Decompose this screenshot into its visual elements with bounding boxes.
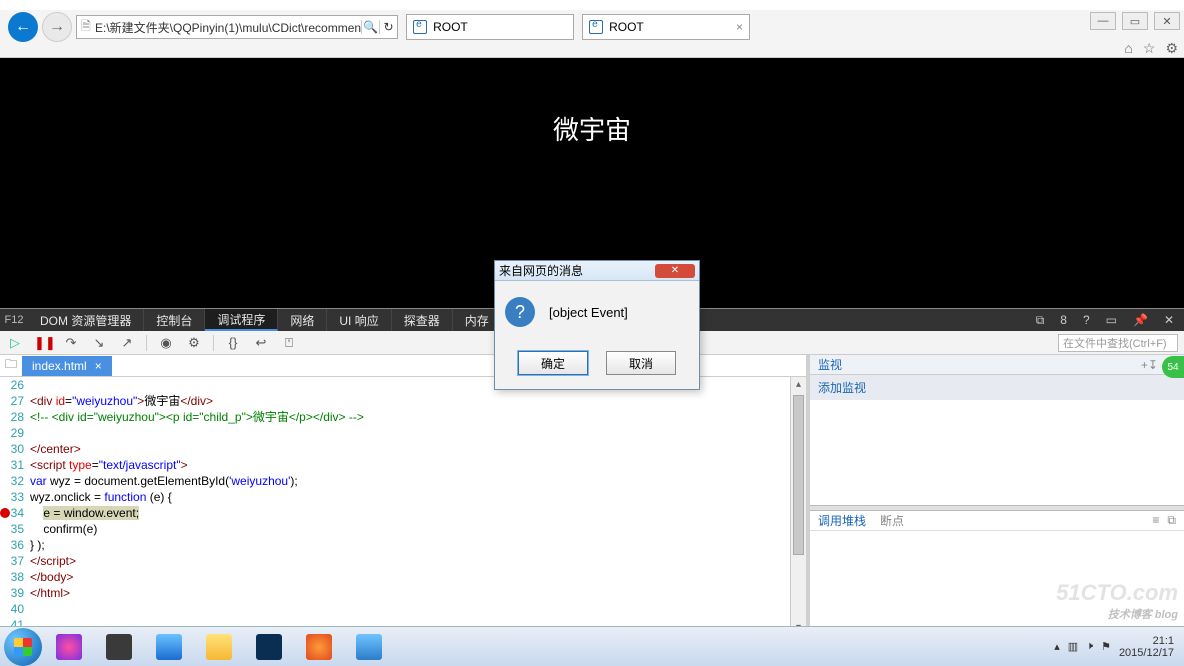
cs-icon-1[interactable]: ≡ — [1152, 513, 1159, 528]
open-file-icon[interactable]: 🗀 — [0, 355, 22, 376]
code-editor[interactable]: ▴▾ 2627<div id="weiyuzhou">微宇宙</div>28<!… — [0, 377, 806, 636]
pause-icon[interactable]: ❚❚ — [34, 335, 52, 351]
add-watch-icon[interactable]: +↧ — [1141, 358, 1158, 372]
scrollbar-thumb[interactable] — [793, 395, 804, 555]
dialog-close-button[interactable]: ✕ — [655, 264, 695, 278]
taskbar-app-ie[interactable] — [146, 630, 192, 664]
browser-tab-0[interactable]: ROOT — [406, 14, 574, 40]
pin-icon[interactable]: 📌 — [1129, 313, 1152, 327]
tray-vol-icon[interactable]: 🕨 — [1086, 640, 1093, 653]
file-tab-label: index.html — [32, 359, 87, 373]
taskbar-app-mail[interactable] — [346, 630, 392, 664]
tab-label: ROOT — [433, 20, 468, 34]
taskbar-app-browser[interactable] — [46, 630, 92, 664]
taskbar: ▴ ▥ 🕨 ⚑ 21:1 2015/12/17 — [0, 626, 1184, 666]
tray-net-icon[interactable]: ▥ — [1068, 640, 1078, 653]
dialog-title: 来自网页的消息 — [499, 262, 583, 279]
break-new-icon[interactable]: ⚙ — [185, 335, 203, 351]
address-text: E:\新建文件夹\QQPinyin(1)\mulu\CDict\recommen — [95, 19, 361, 36]
watch-header: 监视 +↧ ↻ — [810, 355, 1184, 375]
favorites-icon[interactable]: ☆ — [1143, 40, 1156, 57]
devtab-3[interactable]: 网络 — [278, 309, 327, 331]
refresh-icon[interactable]: ↻ — [379, 20, 397, 34]
tray-sep-icon[interactable]: ▴ — [1054, 640, 1060, 653]
devtools-close-icon[interactable]: ✕ — [1160, 313, 1178, 327]
ie-icon — [413, 20, 427, 34]
nav-back-button[interactable]: ← — [8, 12, 38, 42]
help-icon[interactable]: ? — [1079, 313, 1094, 327]
question-icon: ? — [505, 297, 535, 327]
devtab-2[interactable]: 调试程序 — [205, 309, 278, 331]
break-all-icon[interactable]: ◉ — [157, 335, 175, 351]
taskbar-app-sublime[interactable] — [96, 630, 142, 664]
step-over-icon[interactable]: ↷ — [62, 335, 80, 351]
windows-flag-icon — [14, 638, 32, 656]
breakpoints-tab[interactable]: 断点 — [880, 512, 904, 529]
undock-icon[interactable]: ▭ — [1102, 313, 1121, 327]
window-min-button[interactable]: — — [1090, 12, 1116, 30]
file-search-input[interactable]: 在文件中查找(Ctrl+F) — [1058, 334, 1178, 352]
start-button[interactable] — [4, 628, 42, 666]
add-watch-row[interactable]: 添加监视 — [810, 375, 1184, 400]
ie-window-chrome: — ▭ ✕ ← → 🗎 E:\新建文件夹\QQPinyin(1)\mulu\CD… — [0, 10, 1184, 58]
green-badge[interactable]: 54 — [1162, 356, 1184, 378]
devtab-1[interactable]: 控制台 — [144, 309, 205, 331]
dialog-cancel-button[interactable]: 取消 — [606, 351, 676, 375]
file-tab-close-icon[interactable]: × — [95, 359, 102, 373]
tab-label: ROOT — [609, 20, 644, 34]
callstack-tabs: 调用堆栈 断点 ≡ ⧉ — [810, 511, 1184, 531]
toggle-icon[interactable]: ⍞ — [280, 335, 298, 351]
tray-flag-icon[interactable]: ⚑ — [1101, 640, 1111, 653]
ie-icon — [589, 20, 603, 34]
watermark: 51CTO.com 技术博客 blog — [1056, 580, 1178, 622]
device-emulation-icon[interactable]: ⧉ — [1032, 313, 1049, 328]
taskbar-app-photoshop[interactable] — [246, 630, 292, 664]
clock[interactable]: 21:1 2015/12/17 — [1119, 635, 1174, 659]
word-wrap-icon[interactable]: ↩ — [252, 335, 270, 351]
devtab-0[interactable]: DOM 资源管理器 — [28, 309, 144, 331]
file-icon: 🗎 — [77, 17, 95, 38]
settings-gear-icon[interactable]: ⚙ — [1165, 40, 1178, 57]
window-close-button[interactable]: ✕ — [1154, 12, 1180, 30]
callstack-tab[interactable]: 调用堆栈 — [818, 512, 866, 529]
error-count: 8 — [1056, 313, 1071, 327]
close-tab-icon[interactable]: × — [736, 20, 743, 34]
dialog-message: [object Event] — [549, 305, 628, 320]
search-go-icon[interactable]: 🔍 — [361, 20, 379, 34]
step-out-icon[interactable]: ↗ — [118, 335, 136, 351]
devtab-4[interactable]: UI 响应 — [327, 309, 391, 331]
address-bar[interactable]: 🗎 E:\新建文件夹\QQPinyin(1)\mulu\CDict\recomm… — [76, 15, 398, 39]
file-tab[interactable]: index.html × — [22, 356, 112, 376]
browser-tab-1[interactable]: ROOT × — [582, 14, 750, 40]
home-icon[interactable]: ⌂ — [1124, 40, 1132, 57]
dialog-ok-button[interactable]: 确定 — [518, 351, 588, 375]
code-pane: 🗀 index.html × ▴▾ 2627<div id="weiyuzhou… — [0, 355, 810, 636]
pretty-print-icon[interactable]: {} — [224, 335, 242, 350]
nav-forward-button[interactable]: → — [42, 12, 72, 42]
code-scrollbar[interactable]: ▴▾ — [790, 377, 806, 636]
taskbar-app-explorer[interactable] — [196, 630, 242, 664]
f12-label: F12 — [0, 314, 28, 326]
watch-title: 监视 — [818, 356, 842, 373]
continue-icon[interactable]: ▷ — [6, 335, 24, 351]
window-max-button[interactable]: ▭ — [1122, 12, 1148, 30]
system-tray[interactable]: ▴ ▥ 🕨 ⚑ 21:1 2015/12/17 — [1054, 635, 1180, 659]
taskbar-app-firefox[interactable] — [296, 630, 342, 664]
step-into-icon[interactable]: ↘ — [90, 335, 108, 351]
cs-icon-2[interactable]: ⧉ — [1167, 513, 1176, 528]
confirm-dialog: 来自网页的消息 ✕ ? [object Event] 确定 取消 — [494, 260, 700, 390]
page-title[interactable]: 微宇宙 — [553, 110, 631, 147]
devtab-5[interactable]: 探查器 — [392, 309, 453, 331]
